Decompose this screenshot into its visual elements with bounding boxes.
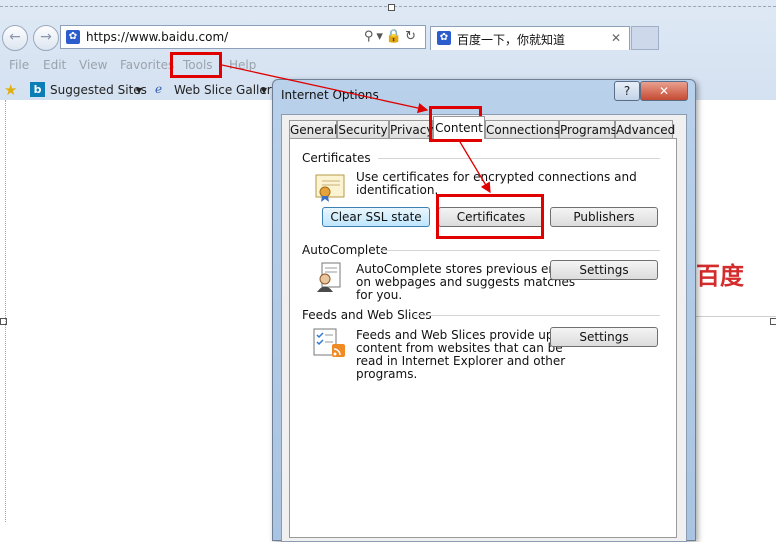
annotation-arrows — [221, 64, 491, 194]
arrow-tools-to-content — [221, 64, 429, 114]
tab-content[interactable]: Content — [433, 116, 485, 139]
arrow-content-to-certificates — [459, 141, 491, 194]
